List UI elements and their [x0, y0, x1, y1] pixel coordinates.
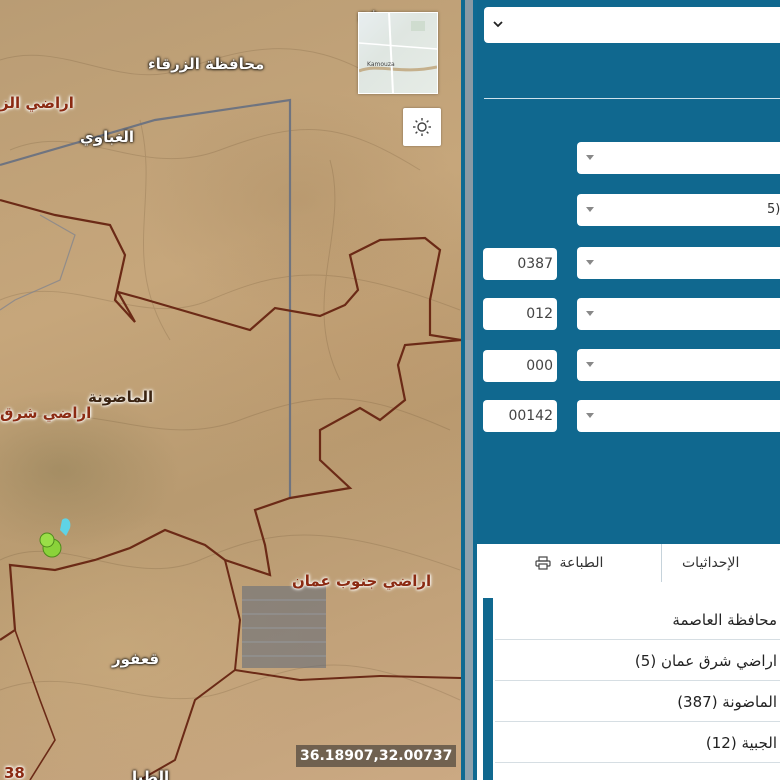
dropdown-directorate[interactable]: (5	[577, 194, 780, 226]
sun-icon	[413, 118, 431, 136]
map-view[interactable]: فح محافظة الزرقاء اراضي الز الغباوي الما…	[0, 0, 461, 780]
dropdown-neighborhood[interactable]	[577, 349, 780, 381]
parcel-code-value: 00142	[508, 408, 553, 424]
caret-down-icon	[586, 413, 594, 418]
chevron-down-icon	[493, 21, 503, 28]
list-item-label: الجبية (12)	[705, 734, 777, 752]
map-label-madouna: الماضونة	[88, 388, 154, 406]
list-item[interactable]: محافظة العاصمة	[495, 600, 780, 640]
scrollbar-thumb[interactable]	[465, 0, 473, 340]
list-item-label: الماضونة (387)	[677, 693, 777, 711]
village-code-field[interactable]: 0387	[483, 248, 557, 280]
map-marker-green-2[interactable]	[39, 532, 55, 548]
search-panel: (5 0387 012 000 00142 الطباعة الإحداثيات	[477, 0, 780, 780]
brightness-toggle-button[interactable]	[403, 108, 441, 146]
dropdown-governorate[interactable]	[577, 142, 780, 174]
map-label-khabou: الغباوي	[80, 128, 135, 146]
top-select[interactable]	[484, 7, 780, 43]
printer-icon	[535, 556, 551, 570]
tab-coordinates[interactable]: الإحداثيات	[682, 544, 739, 582]
map-label-zarqa-governorate: محافظة الزرقاء	[148, 55, 265, 73]
minimap-text: Kamouza	[367, 61, 395, 68]
map-label-east-amman-lands: اراضي شرق	[0, 404, 92, 422]
map-label-zarqa-lands: اراضي الز	[0, 94, 74, 112]
overview-minimap[interactable]: Kamouza	[358, 12, 438, 94]
dropdown-basin[interactable]	[577, 298, 780, 330]
neighborhood-code-value: 000	[526, 358, 553, 374]
dropdown-village[interactable]	[577, 247, 780, 279]
map-marker-cyan[interactable]	[60, 518, 71, 536]
dropdown-parcel[interactable]	[577, 400, 780, 432]
dropdown-value: (5	[767, 202, 780, 217]
panel-divider	[484, 98, 780, 99]
list-item[interactable]: اراضي شرق عمان (5)	[495, 641, 780, 681]
basin-code-field[interactable]: 012	[483, 298, 557, 330]
parcel-code-field[interactable]: 00142	[483, 400, 557, 432]
minimap-graphic	[359, 13, 437, 93]
neighborhood-code-field[interactable]: 000	[483, 350, 557, 382]
tab-coordinates-label: الإحداثيات	[682, 555, 740, 571]
boundary-line	[0, 198, 461, 342]
tab-print[interactable]: الطباعة	[535, 544, 603, 582]
results-scrollbar[interactable]	[483, 598, 493, 780]
caret-down-icon	[586, 155, 594, 160]
caret-down-icon	[586, 311, 594, 316]
boundary-line-south	[0, 338, 461, 641]
village-code-value: 0387	[517, 256, 553, 272]
results-list: محافظة العاصمة اراضي شرق عمان (5) الماضو…	[477, 582, 780, 780]
list-item[interactable]: الجبية (12)	[495, 723, 780, 763]
map-overlays	[0, 48, 461, 780]
list-item-label: محافظة العاصمة	[672, 611, 777, 629]
tab-print-label: الطباعة	[559, 555, 604, 571]
map-label-south-amman-lands: اراضي جنوب عمان	[292, 572, 432, 590]
coordinate-readout: 36.18907,32.00737	[296, 745, 457, 767]
caret-down-icon	[586, 260, 594, 265]
map-label-qafqafa: قعفور	[112, 650, 160, 668]
map-label-bottom-fragment: الطبا	[132, 768, 170, 780]
list-item[interactable]: الماضونة (387)	[495, 682, 780, 722]
caret-down-icon	[586, 207, 594, 212]
map-label-bottom-number: 38	[4, 764, 25, 780]
result-tabs: الطباعة الإحداثيات	[477, 544, 780, 582]
basin-code-value: 012	[526, 306, 553, 322]
tab-separator	[661, 544, 662, 582]
caret-down-icon	[586, 362, 594, 367]
list-item-label: اراضي شرق عمان (5)	[634, 652, 777, 670]
